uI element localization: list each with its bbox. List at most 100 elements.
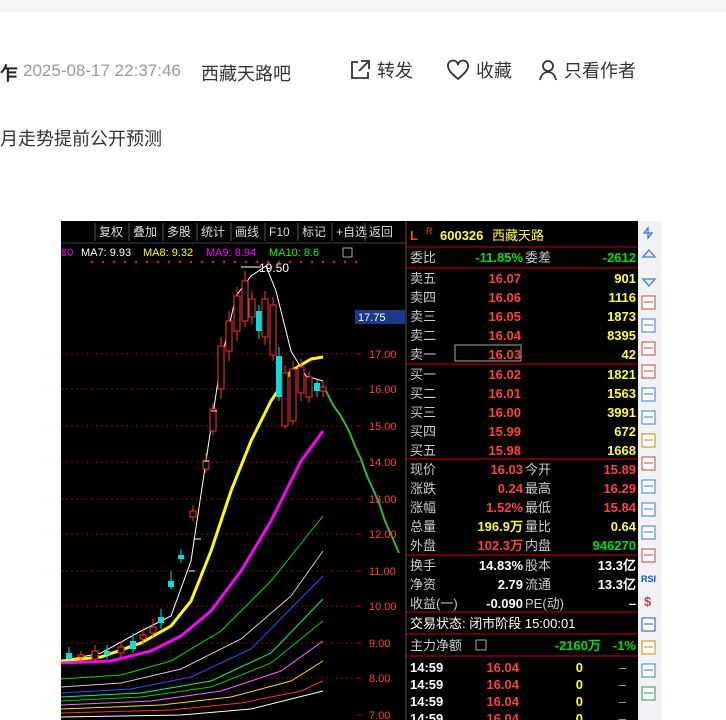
toolbar-item-6[interactable]: 标记 xyxy=(302,225,326,239)
candle xyxy=(256,311,262,331)
tick-time: 14:59 xyxy=(410,711,443,720)
stock-name: 西藏天路 xyxy=(492,228,544,243)
ma-line xyxy=(61,430,325,665)
bid-price: 16.00 xyxy=(488,405,521,420)
candle xyxy=(269,304,277,356)
stat-value1: -0.090 xyxy=(486,596,523,611)
tick-price: 16.04 xyxy=(486,694,519,709)
y-tick: 16.00 xyxy=(369,384,397,396)
stat-label1: 换手 xyxy=(410,558,436,573)
toolbar-item-1[interactable]: 叠加 xyxy=(133,225,157,239)
candle xyxy=(202,460,210,470)
ma8-legend: MA8: 9.32 xyxy=(143,247,193,259)
rsi-icon[interactable]: RSI xyxy=(641,574,656,584)
forum-link[interactable]: 西藏天路吧 xyxy=(201,60,291,86)
bid-volume: 1563 xyxy=(607,386,636,401)
toolbar-item-8[interactable]: 返回 xyxy=(369,225,393,239)
candle xyxy=(117,646,125,654)
stock-screenshot: 复权 叠加 多股 统计 画线 F10 标记 +自选 返回 80 MA7: 9.93 MA8: 9… xyxy=(61,221,661,720)
ask-label: 卖四 xyxy=(410,290,436,305)
post-header: 乍 2025-08-17 22:37:46 西藏天路吧 转发 收藏 只看作者 xyxy=(0,12,726,108)
y-tick: 15.00 xyxy=(369,421,397,433)
bid-price: 15.99 xyxy=(488,424,521,439)
pen-icon[interactable] xyxy=(641,640,656,655)
info-icon[interactable] xyxy=(641,456,656,471)
ask-volume: 1116 xyxy=(609,290,637,305)
kline-chart: 复权 叠加 多股 统计 画线 F10 标记 +自选 返回 80 MA7: 9.93 MA8: 9… xyxy=(61,221,661,720)
circle-icon[interactable] xyxy=(641,525,656,540)
candle xyxy=(149,626,157,634)
ma-line xyxy=(61,575,324,694)
window-icon[interactable] xyxy=(641,686,656,701)
legend-toggle[interactable] xyxy=(342,247,353,258)
ask-volume: 8395 xyxy=(607,328,636,343)
y-tick: 11.00 xyxy=(369,566,396,578)
candle xyxy=(305,376,313,398)
quote-value1: 16.03 xyxy=(490,462,523,477)
main-flow-toggle[interactable] xyxy=(475,639,487,651)
tick-dir: – xyxy=(619,660,627,675)
bid-label: 买一 xyxy=(410,367,436,382)
candle xyxy=(319,386,327,392)
ask-volume: 1873 xyxy=(607,309,636,324)
stat-label1: 净资 xyxy=(410,577,436,592)
list-icon[interactable] xyxy=(641,387,656,402)
stat-label2: 股本 xyxy=(525,558,551,573)
stat-value1: 14.83% xyxy=(479,558,524,573)
author-name[interactable]: 乍 xyxy=(0,60,18,86)
candle xyxy=(104,651,110,655)
ask-label: 卖五 xyxy=(410,271,436,286)
quote-value1: 0.24 xyxy=(498,481,524,496)
quote-value2: 15.89 xyxy=(603,462,636,477)
author-only-label: 只看作者 xyxy=(564,61,636,81)
ratio-value: -11.85% xyxy=(475,250,523,265)
news-icon[interactable] xyxy=(641,433,656,448)
y-tick: 9.00 xyxy=(369,638,390,650)
main-flow-pct: -1% xyxy=(613,638,637,653)
ask-price: 16.04 xyxy=(488,328,521,343)
candle xyxy=(261,298,269,338)
share-button[interactable]: 转发 xyxy=(349,58,413,82)
favorite-button[interactable]: 收藏 xyxy=(446,58,512,82)
candle xyxy=(233,295,241,332)
y-tick: 8.00 xyxy=(369,673,390,685)
quote-label1: 现价 xyxy=(410,462,436,477)
bid-label: 买二 xyxy=(410,386,436,401)
line-chart-icon[interactable] xyxy=(641,341,656,356)
wave-icon[interactable] xyxy=(641,548,656,563)
tick-volume: 0 xyxy=(576,694,583,709)
candle xyxy=(130,641,136,649)
ask-volume: 42 xyxy=(622,347,636,362)
candle xyxy=(289,368,297,422)
candle xyxy=(178,555,184,559)
f12-icon[interactable] xyxy=(641,479,656,494)
f10-icon[interactable] xyxy=(641,410,656,425)
quote-label1: 涨跌 xyxy=(410,481,436,496)
dollar-doc-icon[interactable] xyxy=(641,502,656,517)
candle-icon[interactable] xyxy=(641,364,656,379)
candle xyxy=(209,408,217,432)
bid-volume: 1821 xyxy=(607,367,636,382)
f5-icon[interactable] xyxy=(641,663,656,678)
toolbar-item-5[interactable]: F10 xyxy=(269,225,290,239)
ma-line xyxy=(61,680,324,714)
trade-status: 交易状态: 闭市阶段 15:00:01 xyxy=(410,616,575,631)
quote-value2: 15.84 xyxy=(603,500,636,515)
quote-label2: 今开 xyxy=(525,462,551,477)
toolbar-item-4[interactable]: 画线 xyxy=(235,225,259,239)
toolbar-item-3[interactable]: 统计 xyxy=(201,225,225,239)
toolbar-item-0[interactable]: 复权 xyxy=(99,225,123,239)
ask-label: 卖二 xyxy=(410,328,436,343)
candle xyxy=(297,366,305,394)
dollar-icon[interactable]: $ xyxy=(644,594,652,609)
toolbar-item-7[interactable]: +自选 xyxy=(336,225,367,239)
toolbar-item-2[interactable]: 多股 xyxy=(167,225,191,239)
ask-price: 16.06 xyxy=(488,290,521,305)
author-only-button[interactable]: 只看作者 xyxy=(538,58,636,82)
grid-icon[interactable] xyxy=(641,318,656,333)
candle xyxy=(77,654,85,658)
chart-icon[interactable] xyxy=(641,295,656,310)
move-icon[interactable] xyxy=(641,617,656,632)
svg-text:$: $ xyxy=(644,594,652,609)
y-tick: 12.00 xyxy=(369,529,397,541)
